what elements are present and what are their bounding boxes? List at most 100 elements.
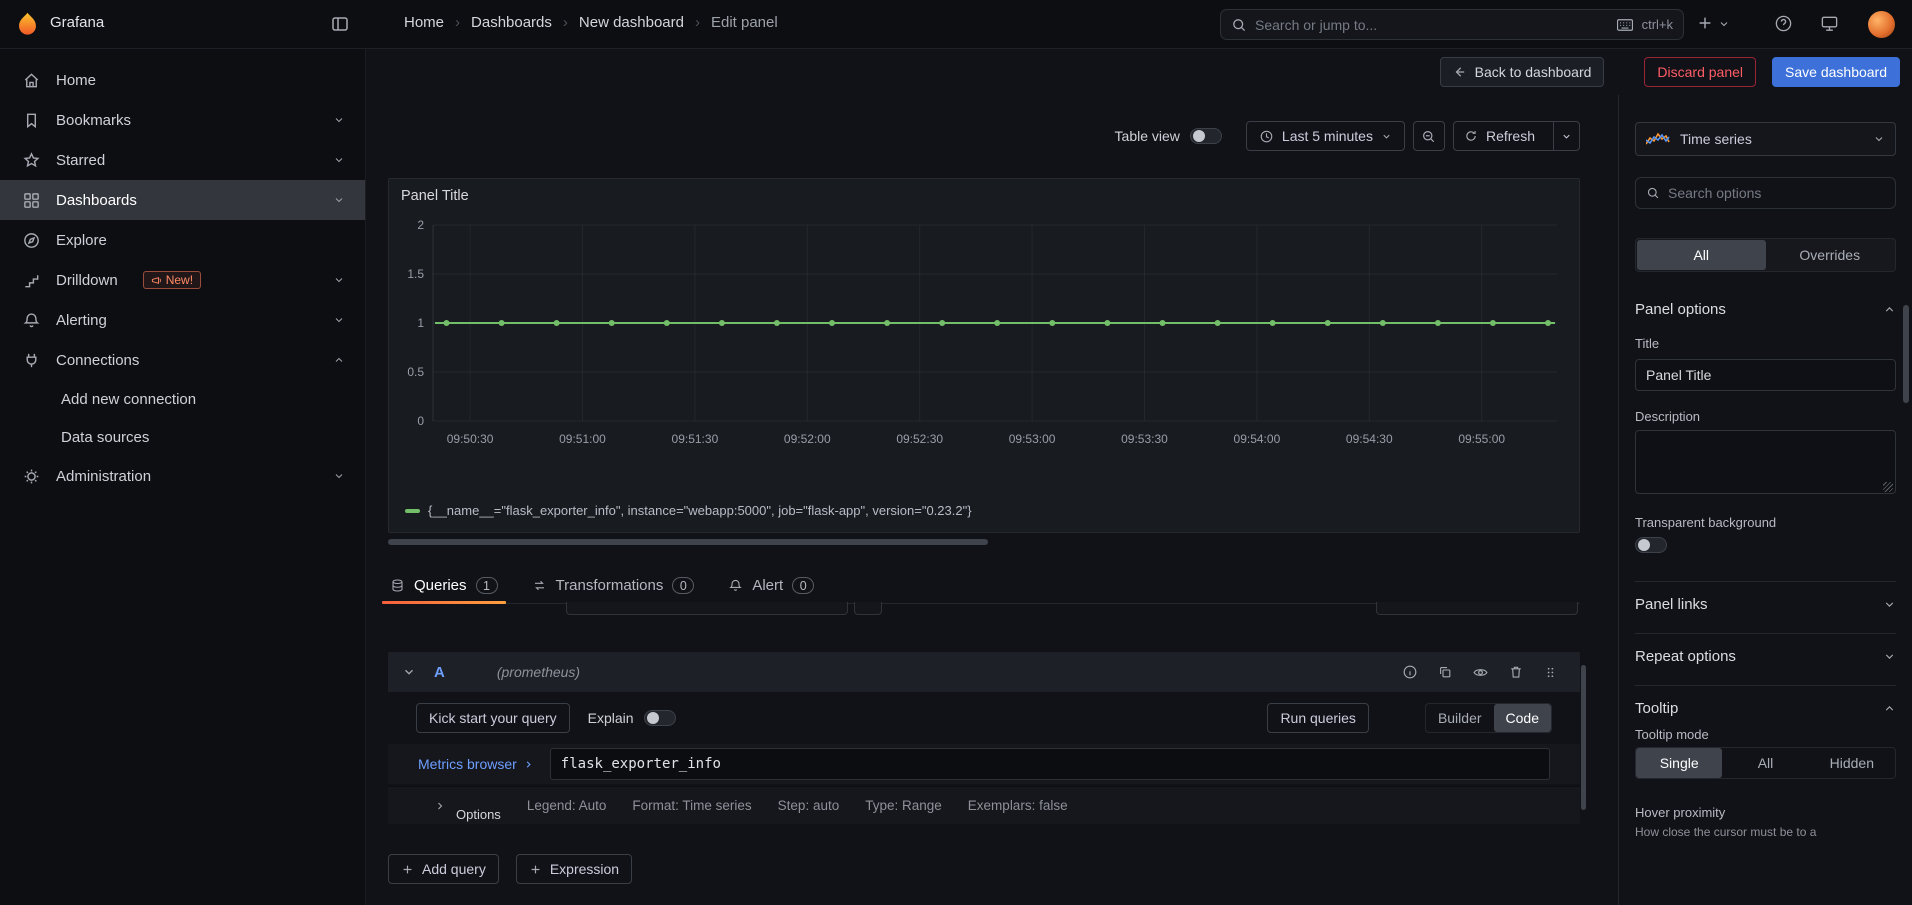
- sidebar-nav: Home Bookmarks Starred Dashboards Explor…: [0, 49, 366, 905]
- run-queries-button[interactable]: Run queries: [1267, 703, 1369, 733]
- tab-queries[interactable]: Queries 1: [382, 568, 506, 604]
- sidebar-item-home[interactable]: Home: [0, 60, 365, 100]
- builder-mode-button[interactable]: Builder: [1426, 704, 1494, 732]
- tab-alert[interactable]: Alert 0: [728, 568, 815, 603]
- back-to-dashboard-button[interactable]: Back to dashboard: [1439, 57, 1605, 87]
- breadcrumb-home[interactable]: Home: [404, 14, 444, 31]
- monitor-icon[interactable]: [1820, 14, 1839, 33]
- breadcrumb-dashboards[interactable]: Dashboards: [471, 14, 552, 31]
- zoom-out-button[interactable]: [1412, 121, 1445, 151]
- chevron-down-icon[interactable]: [402, 665, 416, 679]
- chevron-right-icon[interactable]: [434, 800, 446, 812]
- kick-start-button[interactable]: Kick start your query: [416, 703, 570, 733]
- sidebar-item-explore[interactable]: Explore: [0, 220, 365, 260]
- time-range-picker[interactable]: Last 5 minutes: [1245, 121, 1405, 151]
- trash-icon[interactable]: [1508, 664, 1524, 680]
- sidebar-item-starred[interactable]: Starred: [0, 140, 365, 180]
- section-repeat-options[interactable]: Repeat options: [1635, 633, 1896, 665]
- tooltip-mode-all[interactable]: All: [1722, 748, 1808, 778]
- sidebar-item-administration[interactable]: Administration: [0, 456, 365, 496]
- section-tooltip[interactable]: Tooltip: [1635, 685, 1896, 717]
- chevron-down-icon: [333, 194, 345, 206]
- code-mode-button[interactable]: Code: [1493, 704, 1551, 732]
- bell-icon: [22, 311, 41, 330]
- explain-toggle[interactable]: [643, 710, 676, 726]
- brand-title: Grafana: [50, 14, 105, 31]
- tooltip-mode-group: Single All Hidden: [1635, 747, 1896, 779]
- options-toggle[interactable]: Options: [456, 807, 501, 822]
- chevron-down-icon: [333, 470, 345, 482]
- refresh-interval-dropdown[interactable]: [1553, 122, 1579, 150]
- plug-icon: [22, 351, 41, 370]
- sidebar-item-drilldown[interactable]: Drilldown New!: [0, 260, 365, 300]
- duplicate-icon[interactable]: [1437, 664, 1453, 680]
- eye-icon[interactable]: [1472, 664, 1489, 681]
- add-expression-button[interactable]: Expression: [515, 854, 633, 884]
- query-row-header[interactable]: A (prometheus): [388, 652, 1580, 692]
- clock-icon: [1259, 129, 1274, 144]
- sidebar-item-bookmarks[interactable]: Bookmarks: [0, 100, 365, 140]
- tab-overrides[interactable]: Overrides: [1766, 240, 1895, 270]
- svg-text:09:52:00: 09:52:00: [784, 432, 831, 446]
- edit-toolbar: Back to dashboard Discard panel Save das…: [366, 49, 1912, 95]
- section-panel-options[interactable]: Panel options: [1635, 286, 1896, 318]
- discard-panel-button[interactable]: Discard panel: [1644, 57, 1757, 87]
- table-view-toggle[interactable]: [1189, 128, 1222, 144]
- tab-transformations[interactable]: Transformations 0: [532, 568, 695, 603]
- query-options-clipped[interactable]: [1376, 602, 1578, 615]
- panel-description-textarea[interactable]: [1635, 430, 1896, 494]
- svg-text:0: 0: [417, 414, 424, 428]
- options-search-input[interactable]: [1668, 185, 1885, 201]
- metrics-browser-link[interactable]: Metrics browser: [418, 756, 534, 772]
- top-nav: Grafana Home › Dashboards › New dashboar…: [0, 0, 1912, 49]
- breadcrumb-new-dashboard[interactable]: New dashboard: [579, 14, 684, 31]
- help-icon[interactable]: [1774, 14, 1793, 33]
- sidebar-item-dashboards[interactable]: Dashboards: [0, 180, 365, 220]
- options-search[interactable]: [1635, 177, 1896, 209]
- refresh-button[interactable]: Refresh: [1452, 121, 1580, 151]
- timeseries-chart[interactable]: 0 0.5 1 1.5 2 09:50:30 09:51:00 09:51:30 09:52:0…: [397, 217, 1565, 467]
- datasource-picker-clipped[interactable]: [566, 602, 848, 615]
- keyboard-icon: [1616, 18, 1634, 32]
- query-code-input[interactable]: [549, 748, 1550, 780]
- sidebar-item-label: Bookmarks: [56, 111, 132, 129]
- global-search[interactable]: ctrl+k: [1220, 9, 1684, 40]
- options-exemplars: Exemplars: false: [967, 798, 1068, 813]
- search-shortcut: ctrl+k: [1641, 17, 1673, 32]
- sidebar-toggle-icon[interactable]: [330, 14, 350, 34]
- grafana-logo-icon[interactable]: [14, 11, 41, 38]
- sidebar-item-data-sources[interactable]: Data sources: [0, 418, 365, 456]
- transparent-background-toggle[interactable]: [1635, 537, 1667, 553]
- query-editor-row: A (prometheus) Kick start your query Exp…: [388, 652, 1580, 824]
- datasource-help-clipped[interactable]: [854, 602, 882, 615]
- add-icon[interactable]: [1696, 14, 1714, 32]
- legend-item[interactable]: {__name__="flask_exporter_info", instanc…: [405, 503, 972, 518]
- chevron-up-icon: [333, 354, 345, 366]
- add-query-button[interactable]: Add query: [388, 854, 499, 884]
- tab-all[interactable]: All: [1637, 240, 1766, 270]
- avatar[interactable]: [1868, 11, 1895, 38]
- visualization-picker[interactable]: Time series: [1635, 122, 1896, 156]
- sidebar-item-alerting[interactable]: Alerting: [0, 300, 365, 340]
- panel-title-input[interactable]: [1635, 359, 1896, 391]
- timeseries-viz-icon: [1646, 132, 1670, 145]
- queries-scrollbar[interactable]: [1581, 665, 1586, 810]
- drag-handle-icon[interactable]: [1543, 665, 1558, 680]
- info-circle-icon[interactable]: [1402, 664, 1418, 680]
- section-panel-links[interactable]: Panel links: [1635, 581, 1896, 613]
- horizontal-scrollbar[interactable]: [388, 539, 988, 545]
- transform-icon: [532, 578, 547, 593]
- search-input[interactable]: [1255, 16, 1608, 33]
- panel-header: Panel Title: [389, 179, 1579, 213]
- tab-count-badge: 1: [475, 577, 498, 594]
- sidebar-item-add-new-connection[interactable]: Add new connection: [0, 380, 365, 418]
- sidebar-item-connections[interactable]: Connections: [0, 340, 365, 380]
- svg-text:09:51:30: 09:51:30: [672, 432, 719, 446]
- tooltip-mode-hidden[interactable]: Hidden: [1809, 748, 1895, 778]
- options-pane-scrollbar[interactable]: [1903, 305, 1909, 403]
- sidebar-item-label: Explore: [56, 231, 107, 249]
- tooltip-mode-single[interactable]: Single: [1636, 748, 1723, 778]
- chevron-down-icon[interactable]: [1718, 18, 1730, 30]
- save-dashboard-button[interactable]: Save dashboard: [1772, 57, 1900, 87]
- sidebar-item-label: Connections: [56, 351, 140, 369]
